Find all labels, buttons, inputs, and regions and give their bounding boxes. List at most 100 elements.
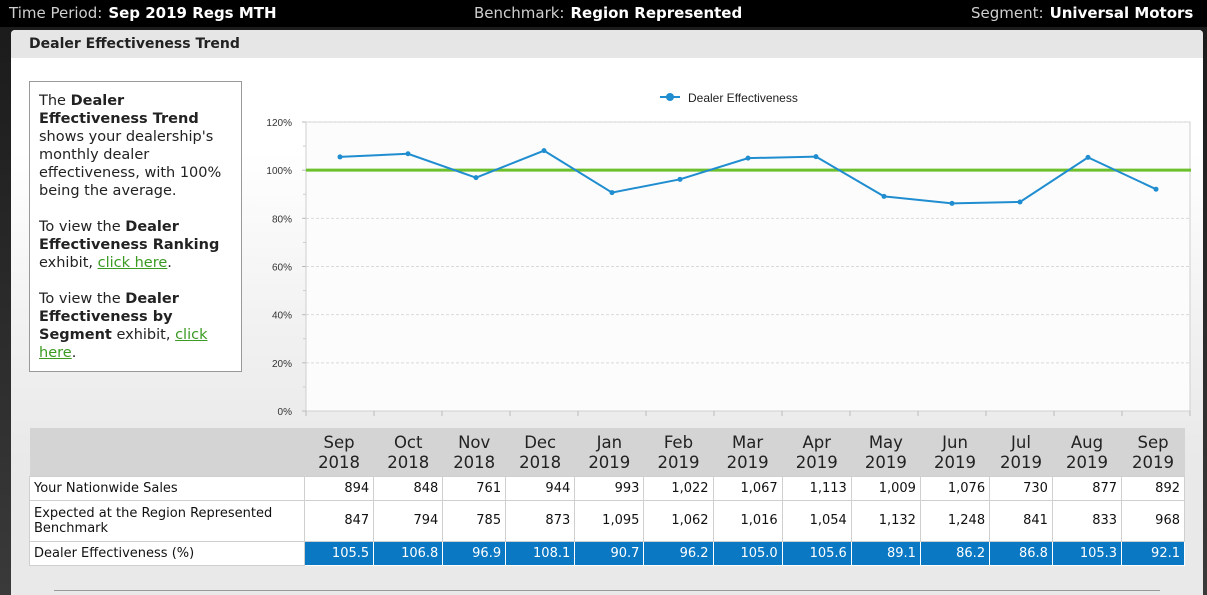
benchmark-value[interactable]: Region Represented — [571, 4, 743, 22]
segment-value[interactable]: Universal Motors — [1050, 4, 1194, 22]
table-cell: 993 — [574, 475, 645, 501]
data-point — [1017, 199, 1023, 205]
table-cell: 761 — [442, 475, 507, 501]
table-cell: 105.0 — [712, 540, 783, 566]
info-box: The Dealer Effectiveness Trend shows you… — [29, 81, 242, 372]
data-point — [609, 190, 615, 196]
year-label: 2019 — [864, 453, 907, 473]
segment-label: Segment: — [971, 4, 1044, 22]
table-cell: 86.2 — [919, 540, 991, 566]
data-point — [881, 193, 887, 199]
month-header: May 2019 — [851, 428, 921, 476]
table-cell: 833 — [1051, 499, 1123, 542]
table-cell: 1,132 — [850, 499, 921, 542]
table-cell: 877 — [1051, 475, 1123, 501]
time-period: Time Period: Sep 2019 Regs MTH — [9, 4, 277, 22]
year-label: 2019 — [1065, 453, 1108, 473]
month-header: Oct 2018 — [373, 428, 443, 476]
table-cell: 1,095 — [574, 499, 645, 542]
table-cell: 873 — [505, 499, 576, 542]
y-tick-label: 120% — [266, 118, 292, 129]
trend-chart: 0% 20% 40% 60% 80% 100% 120% Dealer Effectivene… — [266, 91, 1191, 418]
month-label: Dec — [524, 433, 557, 453]
table-cell: 1,076 — [919, 475, 991, 501]
table-cell: 108.1 — [505, 540, 576, 566]
table-cell: 794 — [373, 499, 444, 542]
table-cell: 105.5 — [303, 540, 375, 566]
table-cell: 105.3 — [1051, 540, 1123, 566]
header-blank — [29, 428, 305, 476]
table-cell: 892 — [1121, 475, 1185, 501]
year-label: 2018 — [387, 453, 430, 473]
table-cell: 730 — [989, 475, 1053, 501]
benchmark-label: Benchmark: — [474, 4, 565, 22]
data-point — [813, 154, 819, 160]
dealer-effectiveness-row: Dealer Effectiveness (%) 105.5 106.8 96.9 10… — [29, 540, 1185, 566]
y-tick-label: 60% — [272, 263, 292, 274]
legend-marker — [666, 93, 674, 101]
month-header: Sep 2019 — [1121, 428, 1185, 476]
table-cell: 1,009 — [850, 475, 921, 501]
year-label: 2019 — [657, 453, 700, 473]
y-tick-label: 80% — [272, 214, 292, 225]
data-table: Sep 2018 Oct 2018 Nov 2018 Dec 2018 Jan 2019 Feb 20… — [29, 428, 1185, 566]
table-cell: 894 — [303, 475, 375, 501]
month-header: Sep 2018 — [304, 428, 374, 476]
month-header: Jan 2019 — [574, 428, 644, 476]
segment: Segment: Universal Motors — [971, 4, 1193, 22]
info-text: exhibit, — [39, 255, 98, 271]
info-text: . — [167, 255, 172, 271]
year-label: 2018 — [453, 453, 496, 473]
row-label: Your Nationwide Sales — [29, 475, 305, 501]
info-text: To view the — [39, 291, 126, 307]
month-label: Sep — [1137, 433, 1169, 453]
table-cell: 90.7 — [574, 540, 645, 566]
panel-title: Dealer Effectiveness Trend — [29, 36, 240, 52]
month-header: Aug 2019 — [1052, 428, 1122, 476]
month-label: Jan — [596, 433, 623, 453]
table-cell: 848 — [373, 475, 444, 501]
table-cell: 1,062 — [643, 499, 714, 542]
info-ranking: To view the Dealer Effectiveness Ranking… — [39, 218, 232, 272]
month-header: Dec 2018 — [505, 428, 575, 476]
data-point — [337, 154, 343, 160]
month-label: Aug — [1070, 433, 1104, 453]
month-header: Feb 2019 — [643, 428, 714, 476]
data-point — [473, 175, 479, 181]
table-cell: 106.8 — [373, 540, 444, 566]
data-point — [1085, 154, 1091, 160]
month-label: May — [868, 433, 903, 453]
data-point — [405, 151, 411, 157]
table-cell: 105.6 — [781, 540, 852, 566]
divider — [54, 590, 1160, 591]
table-cell: 89.1 — [850, 540, 921, 566]
time-period-label: Time Period: — [9, 4, 103, 22]
time-period-value[interactable]: Sep 2019 Regs MTH — [108, 4, 276, 22]
table-cell: 968 — [1121, 499, 1185, 542]
table-cell: 1,113 — [781, 475, 852, 501]
table-cell: 1,067 — [712, 475, 783, 501]
month-label: Jun — [942, 433, 968, 453]
dealer-effectiveness-panel: Dealer Effectiveness Trend The Dealer Ef… — [11, 30, 1203, 595]
benchmark: Benchmark: Region Represented — [474, 4, 742, 22]
year-label: 2019 — [795, 453, 838, 473]
table-cell: 847 — [303, 499, 375, 542]
month-label: Apr — [802, 433, 832, 453]
y-tick-label: 40% — [272, 311, 292, 322]
data-point — [745, 155, 751, 161]
year-label: 2019 — [588, 453, 631, 473]
table-cell: 96.9 — [442, 540, 507, 566]
ranking-click-here-link[interactable]: click here — [98, 255, 168, 271]
info-text: shows your dealership's monthly dealer e… — [39, 129, 222, 199]
table-cell: 86.8 — [989, 540, 1053, 566]
year-label: 2019 — [1132, 453, 1175, 473]
table-cell: 1,016 — [712, 499, 783, 542]
expected-benchmark-row: Expected at the Region Represented Bench… — [29, 499, 1185, 542]
info-intro: The Dealer Effectiveness Trend shows you… — [39, 92, 232, 200]
info-segment: To view the Dealer Effectiveness by Segm… — [39, 290, 232, 362]
info-text: The — [39, 93, 71, 109]
month-label: Jul — [1011, 433, 1031, 453]
year-label: 2019 — [726, 453, 769, 473]
nationwide-sales-row: Your Nationwide Sales 894 848 761 944 993 1,02… — [29, 475, 1185, 501]
table-cell: 841 — [989, 499, 1053, 542]
